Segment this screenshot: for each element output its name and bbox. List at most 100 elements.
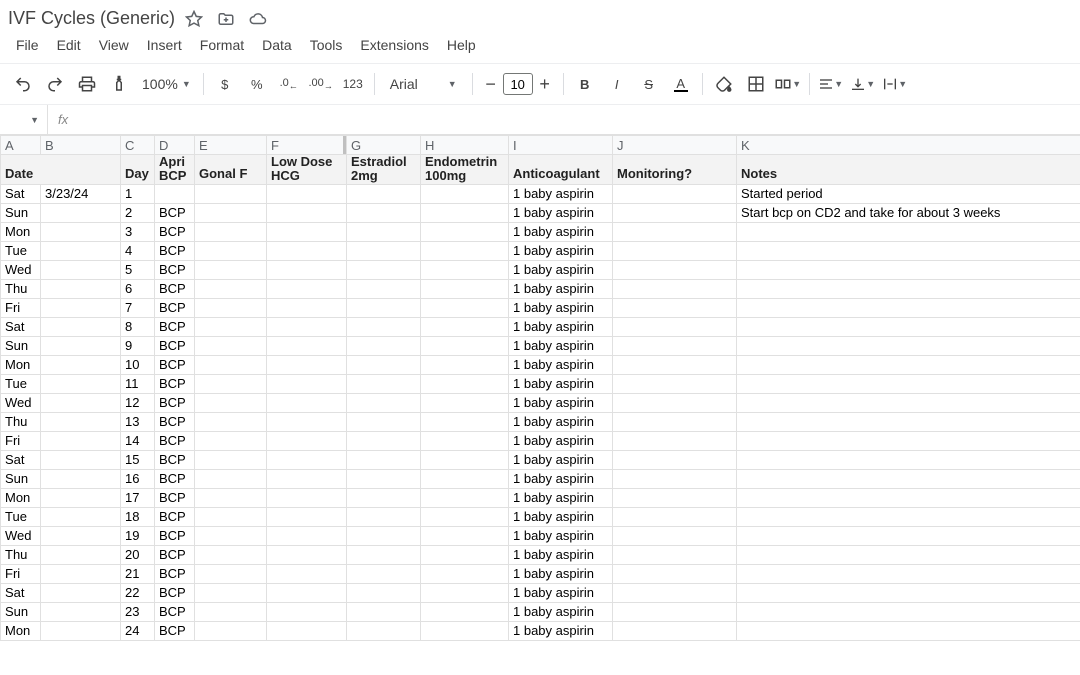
cell-estradiol[interactable] <box>347 621 421 640</box>
cell-dow[interactable]: Thu <box>1 279 41 298</box>
cell-monitoring[interactable] <box>613 621 737 640</box>
cell-notes[interactable] <box>737 488 1080 507</box>
cell-hcg[interactable] <box>267 184 347 203</box>
cell-day[interactable]: 7 <box>121 298 155 317</box>
cell-gonal[interactable] <box>195 393 267 412</box>
cell-bcp[interactable]: BCP <box>155 621 195 640</box>
cell-estradiol[interactable] <box>347 355 421 374</box>
cell-monitoring[interactable] <box>613 222 737 241</box>
header-estradiol[interactable]: Estradiol2mg <box>347 155 421 185</box>
cell-notes[interactable] <box>737 602 1080 621</box>
cell-hcg[interactable] <box>267 336 347 355</box>
cell-date[interactable] <box>41 583 121 602</box>
cell-notes[interactable] <box>737 355 1080 374</box>
cell-day[interactable]: 23 <box>121 602 155 621</box>
menu-format[interactable]: Format <box>192 33 252 57</box>
cell-dow[interactable]: Mon <box>1 222 41 241</box>
cell-anticoag[interactable]: 1 baby aspirin <box>509 469 613 488</box>
cell-day[interactable]: 10 <box>121 355 155 374</box>
cell-hcg[interactable] <box>267 355 347 374</box>
header-gonal[interactable]: Gonal F <box>195 155 267 185</box>
menu-help[interactable]: Help <box>439 33 484 57</box>
cell-hcg[interactable] <box>267 298 347 317</box>
cell-anticoag[interactable]: 1 baby aspirin <box>509 298 613 317</box>
cell-monitoring[interactable] <box>613 431 737 450</box>
cell-anticoag[interactable]: 1 baby aspirin <box>509 412 613 431</box>
cell-anticoag[interactable]: 1 baby aspirin <box>509 374 613 393</box>
cell-monitoring[interactable] <box>613 374 737 393</box>
paint-format-button[interactable] <box>104 69 134 99</box>
cell-date[interactable] <box>41 203 121 222</box>
menu-file[interactable]: File <box>8 33 47 57</box>
cell-estradiol[interactable] <box>347 260 421 279</box>
cell-day[interactable]: 12 <box>121 393 155 412</box>
cell-day[interactable]: 19 <box>121 526 155 545</box>
cell-date[interactable] <box>41 279 121 298</box>
cell-monitoring[interactable] <box>613 336 737 355</box>
percent-button[interactable]: % <box>242 69 272 99</box>
cell-date[interactable] <box>41 222 121 241</box>
header-day[interactable]: Day <box>121 155 155 185</box>
cell-dow[interactable]: Fri <box>1 298 41 317</box>
cell-monitoring[interactable] <box>613 507 737 526</box>
cell-anticoag[interactable]: 1 baby aspirin <box>509 279 613 298</box>
col-header-C[interactable]: C <box>121 136 155 155</box>
cell-date[interactable] <box>41 260 121 279</box>
cell-notes[interactable] <box>737 526 1080 545</box>
menu-edit[interactable]: Edit <box>49 33 89 57</box>
cell-endometrin[interactable] <box>421 621 509 640</box>
name-box[interactable]: ▼ <box>0 105 48 134</box>
cell-hcg[interactable] <box>267 431 347 450</box>
spreadsheet-grid[interactable]: A B C D E F G H I J K Date Day ApriBCP G… <box>0 135 1080 641</box>
cell-endometrin[interactable] <box>421 431 509 450</box>
cell-endometrin[interactable] <box>421 317 509 336</box>
cell-day[interactable]: 2 <box>121 203 155 222</box>
cell-day[interactable]: 8 <box>121 317 155 336</box>
cloud-icon[interactable] <box>249 10 267 28</box>
cell-estradiol[interactable] <box>347 412 421 431</box>
cell-endometrin[interactable] <box>421 336 509 355</box>
cell-notes[interactable] <box>737 374 1080 393</box>
cell-anticoag[interactable]: 1 baby aspirin <box>509 203 613 222</box>
cell-date[interactable] <box>41 412 121 431</box>
cell-hcg[interactable] <box>267 488 347 507</box>
font-family-select[interactable]: Arial▼ <box>381 75 466 93</box>
cell-date[interactable] <box>41 374 121 393</box>
cell-day[interactable]: 24 <box>121 621 155 640</box>
cell-notes[interactable] <box>737 507 1080 526</box>
cell-hcg[interactable] <box>267 203 347 222</box>
cell-notes[interactable] <box>737 431 1080 450</box>
cell-gonal[interactable] <box>195 488 267 507</box>
menu-tools[interactable]: Tools <box>302 33 351 57</box>
cell-bcp[interactable] <box>155 184 195 203</box>
cell-date[interactable] <box>41 621 121 640</box>
cell-monitoring[interactable] <box>613 184 737 203</box>
cell-bcp[interactable]: BCP <box>155 393 195 412</box>
cell-hcg[interactable] <box>267 374 347 393</box>
cell-notes[interactable] <box>737 450 1080 469</box>
decrease-font-button[interactable]: − <box>479 72 503 96</box>
cell-endometrin[interactable] <box>421 450 509 469</box>
cell-day[interactable]: 20 <box>121 545 155 564</box>
cell-monitoring[interactable] <box>613 488 737 507</box>
cell-endometrin[interactable] <box>421 602 509 621</box>
cell-day[interactable]: 14 <box>121 431 155 450</box>
cell-anticoag[interactable]: 1 baby aspirin <box>509 450 613 469</box>
cell-estradiol[interactable] <box>347 298 421 317</box>
cell-bcp[interactable]: BCP <box>155 203 195 222</box>
header-bcp[interactable]: ApriBCP <box>155 155 195 185</box>
cell-endometrin[interactable] <box>421 412 509 431</box>
cell-monitoring[interactable] <box>613 450 737 469</box>
col-header-K[interactable]: K <box>737 136 1080 155</box>
cell-monitoring[interactable] <box>613 412 737 431</box>
cell-bcp[interactable]: BCP <box>155 450 195 469</box>
cell-estradiol[interactable] <box>347 488 421 507</box>
cell-notes[interactable] <box>737 260 1080 279</box>
cell-estradiol[interactable] <box>347 564 421 583</box>
cell-dow[interactable]: Mon <box>1 355 41 374</box>
cell-estradiol[interactable] <box>347 526 421 545</box>
cell-notes[interactable] <box>737 241 1080 260</box>
cell-gonal[interactable] <box>195 564 267 583</box>
cell-notes[interactable] <box>737 564 1080 583</box>
cell-monitoring[interactable] <box>613 355 737 374</box>
